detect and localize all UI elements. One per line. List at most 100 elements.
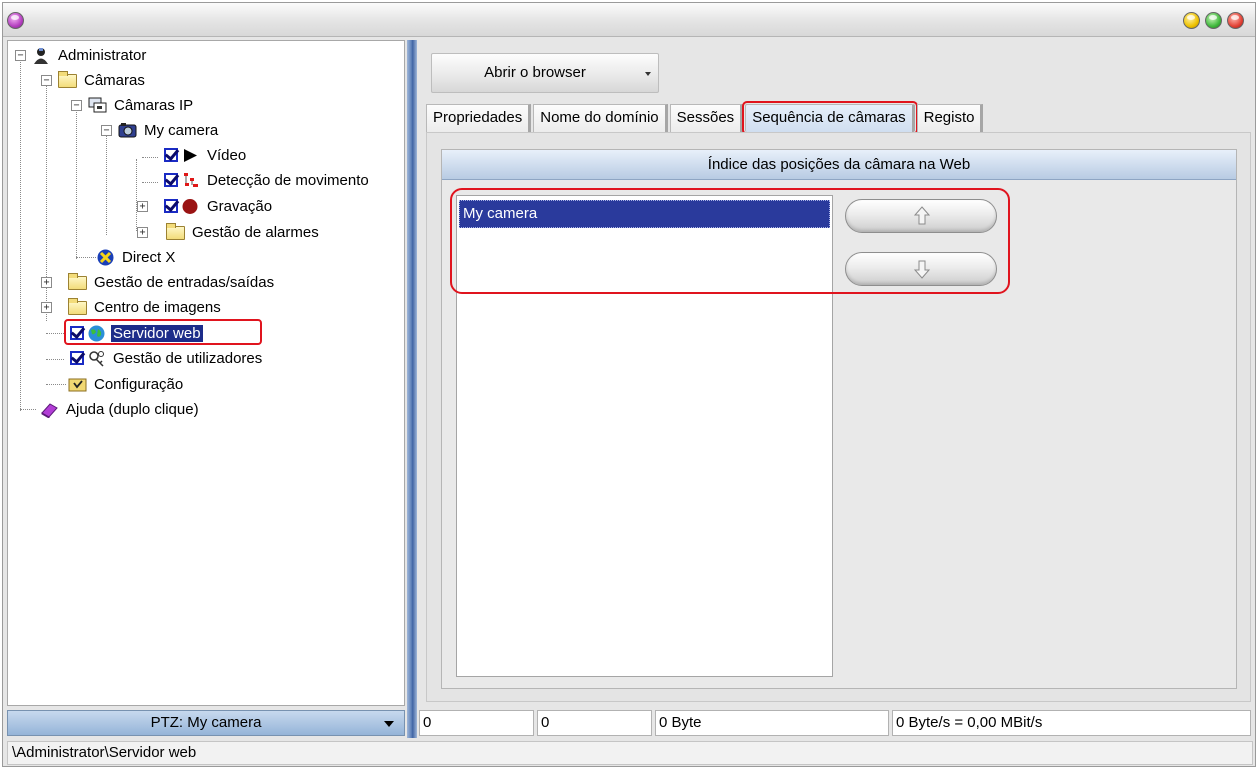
user-management-checkbox[interactable] [70,351,84,365]
camera-order-list[interactable]: My camera [456,195,833,677]
tab-bar: Propriedades Nome do domínio Sessões Seq… [426,101,985,135]
list-item[interactable]: My camera [459,200,830,228]
main-window: − Administrator − Câmaras − Câmaras IP − [2,2,1256,767]
tree-line [20,59,21,411]
tree-item-video[interactable]: Vídeo [164,144,248,166]
expand-toggle[interactable]: + [41,302,52,313]
tree-item-label: My camera [144,121,219,139]
open-browser-label: Abrir o browser [484,64,586,81]
tree-item-label: Câmaras IP [114,96,194,114]
web-server-checkbox[interactable] [70,326,84,340]
motion-detection-checkbox[interactable] [164,173,178,187]
stat-field: 0 [537,710,652,736]
tab-content: Índice das posições da câmara na Web My … [426,132,1251,702]
tree-item-cameras[interactable]: Câmaras [58,69,147,91]
record-icon [181,198,200,215]
tab-properties[interactable]: Propriedades [426,104,532,132]
folder-icon [68,273,87,290]
collapse-toggle[interactable]: − [101,125,112,136]
camera-sequence-panel: Índice das posições da câmara na Web My … [441,149,1237,689]
configuration-icon [68,376,87,393]
tree-item-label: Servidor web [111,324,203,342]
tab-label: Sequência de câmaras [752,109,906,126]
expand-toggle[interactable]: + [137,227,148,238]
ip-camera-icon [88,97,107,114]
tree-item-web-server[interactable]: Servidor web [70,322,203,344]
recording-checkbox[interactable] [164,199,178,213]
open-folder-icon [58,71,77,88]
expand-toggle[interactable]: + [137,201,148,212]
tab-label: Registo [923,109,975,126]
video-checkbox[interactable] [164,148,178,162]
tab-label: Sessões [676,109,735,126]
tree-item-label: Gestão de entradas/saídas [94,273,275,291]
camera-icon [118,122,137,139]
tree-line [46,333,64,334]
minimize-icon[interactable] [1183,12,1200,29]
tree-item-image-center[interactable]: Centro de imagens [68,296,223,318]
directx-icon [96,249,115,266]
tree-line [142,182,158,183]
tree-item-label: Configuração [94,375,184,393]
bytes-field: 0 Byte [655,710,889,736]
arrow-up-icon [913,206,931,225]
pane-splitter[interactable] [407,40,417,738]
tree-item-ip-cameras[interactable]: Câmaras IP [88,94,195,116]
motion-detection-icon [181,172,200,189]
tree-item-label: Direct X [122,248,176,266]
move-down-button[interactable] [845,252,997,286]
tree-item-administrator[interactable]: Administrator [32,44,148,66]
tree-item-directx[interactable]: Direct X [96,246,177,268]
navigation-tree: − Administrator − Câmaras − Câmaras IP − [7,40,405,706]
chevron-down-icon [384,721,394,727]
tab-camera-sequence[interactable]: Sequência de câmaras [742,101,918,135]
list-item-label: My camera [463,205,538,222]
folder-icon [166,223,185,240]
collapse-toggle[interactable]: − [15,50,26,61]
tree-item-user-management[interactable]: Gestão de utilizadores [70,347,264,369]
move-up-button[interactable] [845,199,997,233]
status-path: \Administrator\Servidor web [12,744,197,761]
tree-item-label: Gestão de alarmes [192,223,319,241]
tab-domain-name[interactable]: Nome do domínio [533,104,668,132]
tree-item-alarm-management[interactable]: Gestão de alarmes [166,221,321,243]
tree-item-io-management[interactable]: Gestão de entradas/saídas [68,271,276,293]
app-orb-icon[interactable] [7,12,24,29]
collapse-toggle[interactable]: − [41,75,52,86]
tree-item-label: Ajuda (duplo clique) [66,400,199,418]
collapse-toggle[interactable]: − [71,100,82,111]
tree-item-label: Administrator [58,46,147,64]
tree-line [106,135,107,235]
open-browser-button[interactable]: Abrir o browser [431,53,659,93]
tab-log[interactable]: Registo [916,104,984,132]
arrow-down-icon [913,260,931,279]
tree-line [46,384,66,385]
close-icon[interactable] [1227,12,1244,29]
bitrate-field: 0 Byte/s = 0,00 MBit/s [892,710,1251,736]
panel-header: Índice das posições da câmara na Web [442,150,1236,180]
tree-item-my-camera[interactable]: My camera [118,119,220,141]
tree-item-label: Gestão de utilizadores [113,349,263,367]
tree-line [76,257,96,258]
ptz-label: PTZ: My camera [150,714,262,731]
tree-item-motion-detection[interactable]: Detecção de movimento [164,169,371,191]
status-bar: \Administrator\Servidor web [7,741,1253,765]
tree-item-label: Vídeo [207,146,247,164]
tree-item-configuration[interactable]: Configuração [68,373,185,395]
dropdown-arrow-icon [645,72,651,76]
admin-user-icon [32,47,51,64]
tab-sessions[interactable]: Sessões [669,104,744,132]
tree-item-help[interactable]: Ajuda (duplo clique) [40,398,201,420]
tree-item-label: Câmaras [84,71,145,89]
stat-field: 0 [419,710,534,736]
globe-icon [87,325,106,342]
folder-icon [68,298,87,315]
tree-item-recording[interactable]: Gravação [164,195,274,217]
expand-toggle[interactable]: + [41,277,52,288]
maximize-icon[interactable] [1205,12,1222,29]
tab-label: Propriedades [433,109,523,126]
ptz-camera-select[interactable]: PTZ: My camera [7,710,405,736]
content-pane: Abrir o browser Propriedades Nome do dom… [419,40,1255,706]
tree-item-label: Gravação [207,197,273,215]
tree-item-label: Detecção de movimento [207,171,369,189]
